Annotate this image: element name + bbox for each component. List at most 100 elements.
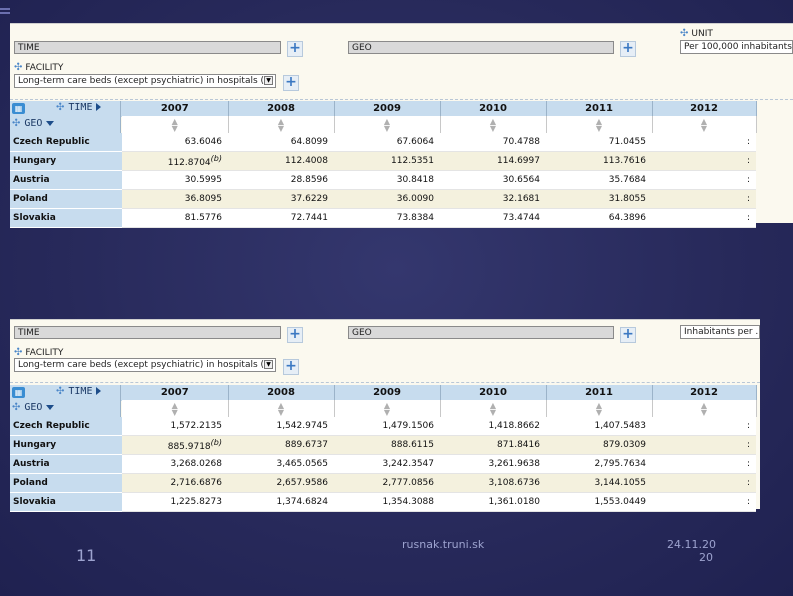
table-cell: 1,572.2135 (122, 417, 228, 436)
table-cell: 1,361.0180 (440, 492, 546, 512)
sort-icon[interactable]: ▲ ▼ (122, 116, 229, 133)
table-cell: 1,354.3088 (334, 492, 440, 512)
time-selector[interactable]: TIME (14, 41, 281, 54)
table-cell: 2,716.6876 (122, 473, 228, 493)
data-panel-2: TIME + GEO + Inhabitants per ... ✣ FACILI… (10, 319, 760, 512)
table-cell: 63.6046 (122, 133, 228, 152)
column-header-year[interactable]: 2010 (440, 385, 547, 400)
table-cell: 71.0455 (546, 133, 652, 152)
row-header-country[interactable]: Hungary (10, 435, 122, 455)
table-row: Austria 30.5995 28.8596 30.8418 30.6564 … (10, 170, 756, 190)
row-header-country[interactable]: Czech Republic (10, 133, 122, 152)
table-row: Czech Republic 63.6046 64.8099 67.6064 7… (10, 133, 756, 152)
table-cell: : (652, 417, 756, 436)
footer-source: rusnak.truni.sk (402, 538, 485, 551)
dropdown-arrow-icon[interactable]: ▼ (264, 360, 273, 369)
table-cell: 889.6737 (228, 435, 334, 455)
table-cell: 3,261.9638 (440, 454, 546, 474)
add-geo-button[interactable]: + (620, 41, 636, 57)
table-cell: 1,374.6824 (228, 492, 334, 512)
column-header-year[interactable]: 2011 (546, 101, 653, 116)
table-cell: 3,242.3547 (334, 454, 440, 474)
sort-icon[interactable]: ▲ ▼ (334, 116, 441, 133)
page-number: 11 (76, 546, 97, 565)
column-header-year[interactable]: 2008 (228, 385, 335, 400)
add-geo-button[interactable]: + (620, 327, 636, 343)
geo-selector[interactable]: GEO (348, 41, 614, 54)
flag-note: (b) (210, 154, 222, 163)
facility-select[interactable]: Long-term care beds (except psychiatric)… (14, 74, 276, 88)
column-header-year[interactable]: 2009 (334, 101, 441, 116)
add-facility-button[interactable]: + (283, 75, 299, 91)
move-icon[interactable]: ✣ (14, 347, 22, 358)
table-cell: 67.6064 (334, 133, 440, 152)
column-header-year[interactable]: 2011 (546, 385, 653, 400)
table-cell: 112.4008 (228, 151, 334, 171)
move-icon[interactable]: ✣ (14, 62, 22, 73)
sort-icon[interactable]: ▲ ▼ (122, 400, 229, 417)
table-cell: 30.5995 (122, 170, 228, 190)
row-header-country[interactable]: Slovakia (10, 492, 122, 512)
sort-icon[interactable]: ▲ ▼ (546, 400, 653, 417)
table-cell: 1,225.8273 (122, 492, 228, 512)
table-cell: : (652, 473, 756, 493)
sort-icon[interactable]: ▲ ▼ (440, 116, 547, 133)
column-header-year[interactable]: 2008 (228, 101, 335, 116)
move-icon[interactable]: ✣ (680, 28, 688, 39)
add-time-button[interactable]: + (287, 41, 303, 57)
column-header-year[interactable]: 2007 (122, 101, 229, 116)
sort-icon[interactable]: ▲ ▼ (652, 116, 757, 133)
sort-icon[interactable]: ▲ ▼ (334, 400, 441, 417)
cell-value: 112.8704 (167, 158, 211, 168)
table-cell: 112.8704(b) (122, 151, 228, 171)
table-cell: 30.8418 (334, 170, 440, 190)
table-cell: : (652, 170, 756, 190)
table-cell: 1,553.0449 (546, 492, 652, 512)
sort-icon[interactable]: ▲ ▼ (228, 400, 335, 417)
dropdown-arrow-icon[interactable]: ▼ (264, 76, 273, 85)
column-header-year[interactable]: 2010 (440, 101, 547, 116)
table-row: Poland 36.8095 37.6229 36.0090 32.1681 3… (10, 189, 756, 209)
table-cell: 36.0090 (334, 189, 440, 209)
data-panel-1: TIME + GEO + ✣ UNIT Per 100,000 inhabitan… (10, 23, 793, 228)
data-table: 2007 2008 2009 2010 2011 2012 ▲ ▼ ▲ ▼ ▲ ▼ ▲… (10, 101, 757, 228)
column-header-year[interactable]: 2012 (652, 101, 757, 116)
geo-selector[interactable]: GEO (348, 326, 614, 339)
add-facility-button[interactable]: + (283, 359, 299, 375)
table-row: Austria 3,268.0268 3,465.0565 3,242.3547… (10, 454, 756, 474)
sort-icon[interactable]: ▲ ▼ (652, 400, 757, 417)
table-cell: 1,418.8662 (440, 417, 546, 436)
column-header-year[interactable]: 2012 (652, 385, 757, 400)
row-header-country[interactable]: Slovakia (10, 208, 122, 228)
sort-icon[interactable]: ▲ ▼ (440, 400, 547, 417)
divider (10, 382, 760, 383)
table-cell: 37.6229 (228, 189, 334, 209)
column-header-year[interactable]: 2009 (334, 385, 441, 400)
table-cell: 31.8055 (546, 189, 652, 209)
table-cell: : (652, 492, 756, 512)
row-header-country[interactable]: Poland (10, 189, 122, 209)
row-header-country[interactable]: Czech Republic (10, 417, 122, 436)
column-header-year[interactable]: 2007 (122, 385, 229, 400)
table-row: Slovakia 81.5776 72.7441 73.8384 73.4744… (10, 208, 756, 228)
cell-value: 885.9718 (167, 442, 211, 452)
row-header-country[interactable]: Austria (10, 454, 122, 474)
table-cell: 871.8416 (440, 435, 546, 455)
row-header-country[interactable]: Austria (10, 170, 122, 190)
table-row: Hungary 885.9718(b) 889.6737 888.6115 87… (10, 435, 756, 455)
row-header-country[interactable]: Hungary (10, 151, 122, 171)
table-cell: 2,657.9586 (228, 473, 334, 493)
footer-date-line: 20 (699, 551, 713, 564)
row-header-country[interactable]: Poland (10, 473, 122, 493)
table-cell: 81.5776 (122, 208, 228, 228)
time-selector[interactable]: TIME (14, 326, 281, 339)
table-cell: 36.8095 (122, 189, 228, 209)
table-cell: 70.4788 (440, 133, 546, 152)
add-time-button[interactable]: + (287, 327, 303, 343)
facility-select[interactable]: Long-term care beds (except psychiatric)… (14, 358, 276, 372)
sort-icon[interactable]: ▲ ▼ (546, 116, 653, 133)
unit-select[interactable]: Per 100,000 inhabitants (680, 40, 793, 54)
table-row: Poland 2,716.6876 2,657.9586 2,777.0856 … (10, 473, 756, 493)
unit-select[interactable]: Inhabitants per ... (680, 325, 760, 339)
sort-icon[interactable]: ▲ ▼ (228, 116, 335, 133)
